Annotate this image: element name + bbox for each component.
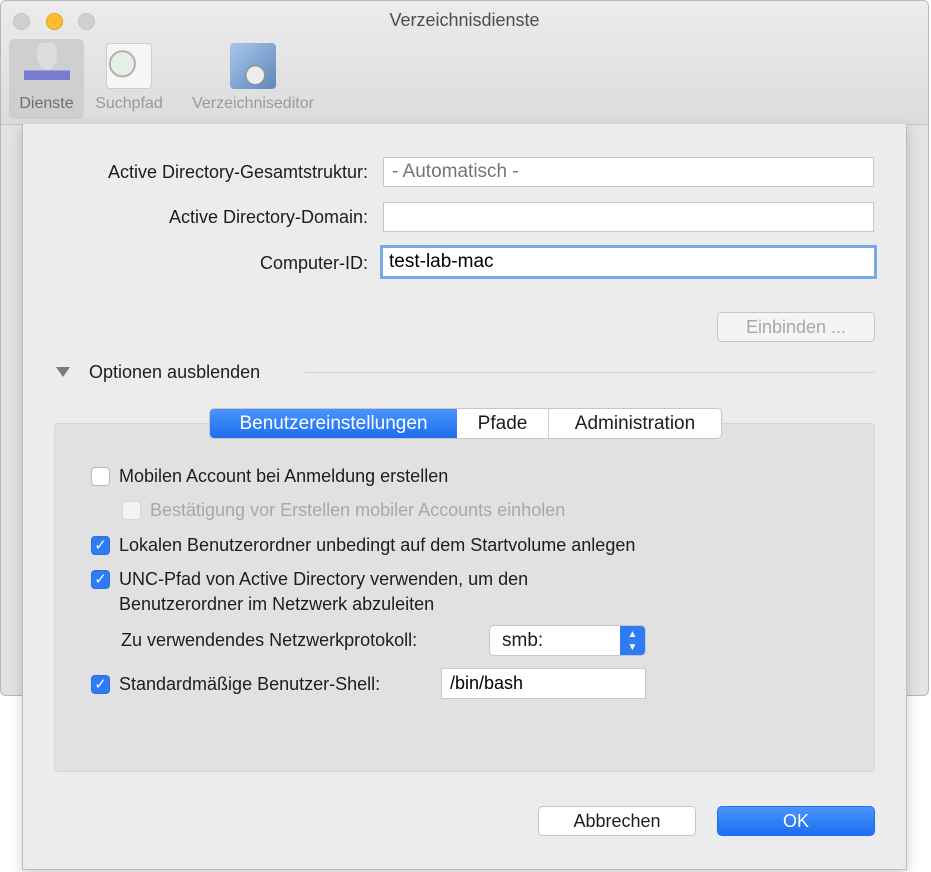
forest-input[interactable] <box>383 157 874 187</box>
divider <box>305 372 875 373</box>
protocol-select[interactable]: smb: ▲ ▼ <box>489 625 646 656</box>
services-icon <box>23 43 70 89</box>
toolbar-label: Verzeichniseditor <box>192 95 314 112</box>
toolbar-verzeichniseditor[interactable]: Verzeichniseditor <box>179 39 327 119</box>
confirm-mobile-label: Bestätigung vor Erstellen mobiler Accoun… <box>150 500 566 520</box>
tab-administration[interactable]: Administration <box>549 409 721 438</box>
domain-label: Active Directory-Domain: <box>168 207 368 227</box>
toolbar-dienste[interactable]: Dienste <box>9 39 84 119</box>
protocol-value: smb: <box>502 630 544 651</box>
mobile-account-checkbox[interactable] <box>91 467 110 486</box>
unc-path-checkbox[interactable]: ✓ <box>91 570 110 589</box>
toolbar-label: Dienste <box>19 95 74 112</box>
disclosure-triangle-icon[interactable] <box>56 367 70 377</box>
toolbar-suchpfad[interactable]: Suchpfad <box>89 39 169 119</box>
forest-label: Active Directory-Gesamtstruktur: <box>107 162 368 182</box>
domain-input[interactable] <box>383 202 874 232</box>
protocol-label: Zu verwendendes Netzwerkprotokoll: <box>121 630 418 650</box>
active-directory-sheet: Active Directory-Gesamtstruktur: Active … <box>22 124 907 870</box>
unc-path-label-2: Benutzerordner im Netzwerk abzuleiten <box>119 594 435 614</box>
search-path-icon <box>106 43 152 89</box>
toolbar: Verzeichnisdienste Dienste Suchpfad Verz… <box>1 1 928 125</box>
toolbar-label: Suchpfad <box>95 95 163 112</box>
unc-path-label: UNC-Pfad von Active Directory verwenden,… <box>119 569 529 589</box>
shell-label: Standardmäßige Benutzer-Shell: <box>119 674 381 694</box>
cancel-button[interactable]: Abbrechen <box>538 806 696 836</box>
chevron-updown-icon: ▲ ▼ <box>620 626 645 655</box>
local-home-label: Lokalen Benutzerordner unbedingt auf dem… <box>119 535 636 555</box>
directory-editor-icon <box>230 43 276 89</box>
tab-benutzereinstellungen[interactable]: Benutzereinstellungen <box>210 409 457 438</box>
shell-input[interactable] <box>441 668 646 699</box>
computer-id-label: Computer-ID: <box>259 253 368 273</box>
tab-pfade[interactable]: Pfade <box>457 409 549 438</box>
computer-id-input[interactable] <box>380 245 877 279</box>
options-toggle[interactable]: Optionen ausblenden <box>89 362 260 383</box>
tab-bar: Benutzereinstellungen Pfade Administrati… <box>209 408 722 439</box>
ok-button[interactable]: OK <box>717 806 875 836</box>
mobile-account-label: Mobilen Account bei Anmeldung erstellen <box>119 466 449 486</box>
confirm-mobile-checkbox[interactable] <box>122 501 141 520</box>
window-title: Verzeichnisdienste <box>389 10 540 30</box>
bind-button[interactable]: Einbinden ... <box>717 312 875 342</box>
local-home-checkbox[interactable]: ✓ <box>91 536 110 555</box>
shell-checkbox[interactable]: ✓ <box>91 675 110 694</box>
